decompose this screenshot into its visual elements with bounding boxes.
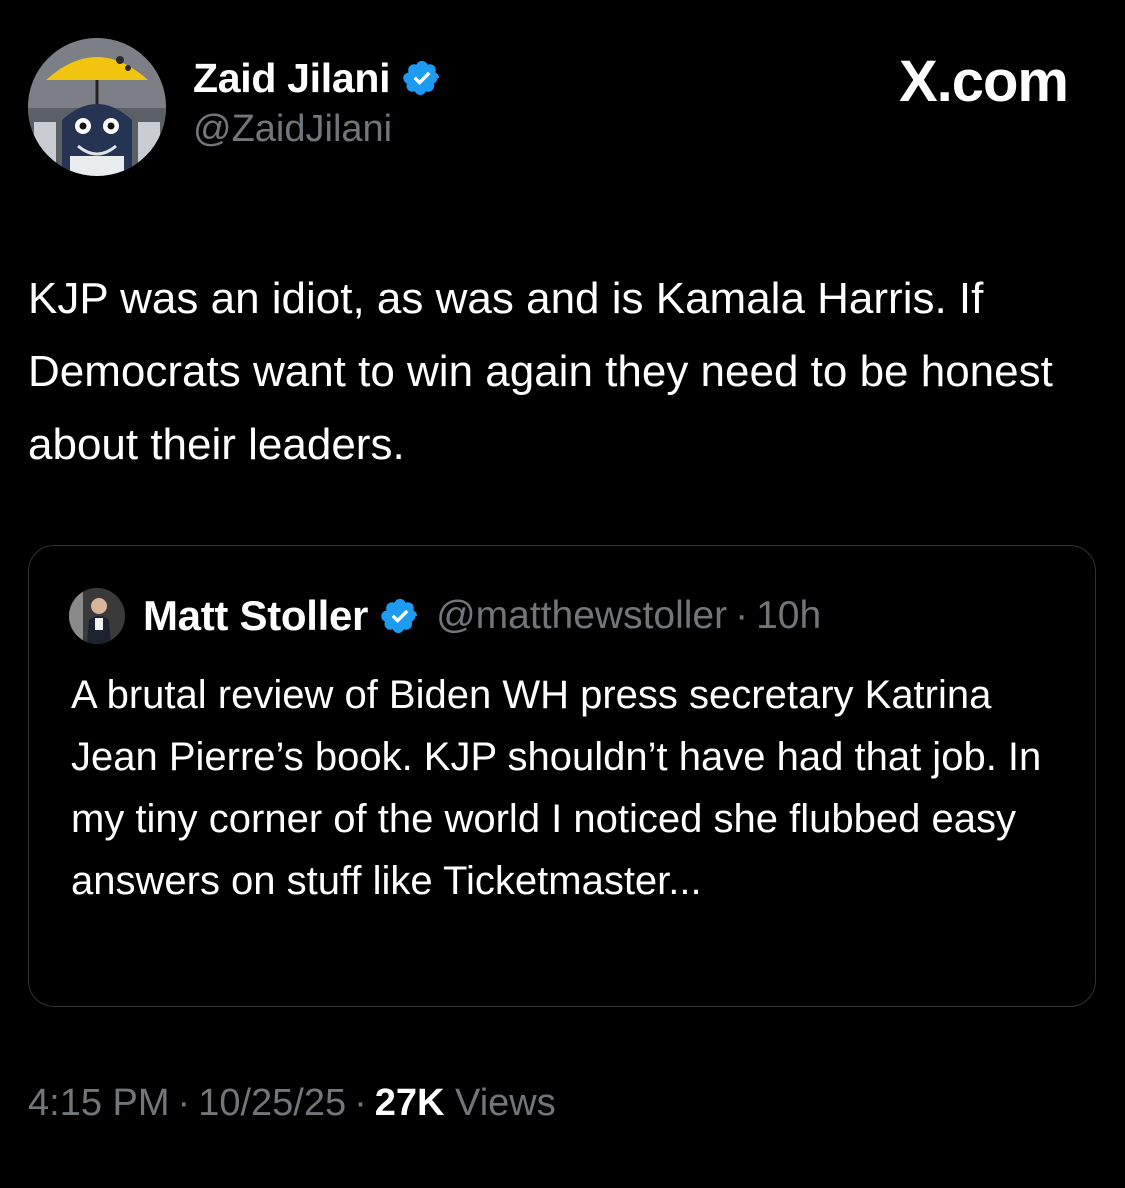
tweet-meta: 4:15 PM · 10/25/25 · 27K Views: [28, 1082, 556, 1125]
quote-separator: ·: [735, 594, 749, 637]
display-name-row: Zaid Jilani: [193, 50, 442, 106]
tweet-date[interactable]: 10/25/25: [198, 1082, 346, 1124]
meta-separator: ·: [177, 1082, 191, 1124]
tweet-time[interactable]: 4:15 PM: [28, 1082, 170, 1124]
quote-tweet-card[interactable]: Matt Stoller @matthewstoller · 10h A bru…: [28, 545, 1096, 1007]
umbrella-creature-avatar-icon: [28, 38, 166, 176]
person-photo-avatar-icon: [69, 588, 125, 644]
quote-author-avatar[interactable]: [69, 588, 125, 644]
views-label: Views: [455, 1082, 556, 1124]
quote-author-display-name[interactable]: Matt Stoller: [143, 592, 368, 640]
author-info: Zaid Jilani @ZaidJilani: [193, 50, 442, 151]
brand-label: X.com: [898, 49, 1069, 114]
quote-verified-badge-icon: [380, 596, 420, 636]
quote-author-handle[interactable]: @matthewstoller: [436, 594, 727, 638]
author-display-name[interactable]: Zaid Jilani: [193, 55, 391, 102]
views-count[interactable]: 27K: [375, 1082, 445, 1124]
quote-text: A brutal review of Biden WH press secret…: [71, 673, 1042, 903]
verified-badge-icon: [402, 58, 442, 98]
tweet-header: Zaid Jilani @ZaidJilani X.com: [28, 38, 1098, 188]
meta-separator: ·: [354, 1082, 367, 1124]
quote-header: Matt Stoller @matthewstoller · 10h: [69, 586, 821, 646]
author-avatar[interactable]: [28, 38, 166, 176]
tweet-text: KJP was an idiot, as was and is Kamala H…: [28, 274, 1053, 469]
quote-timestamp[interactable]: 10h: [756, 594, 821, 638]
author-handle[interactable]: @ZaidJilani: [193, 108, 442, 151]
